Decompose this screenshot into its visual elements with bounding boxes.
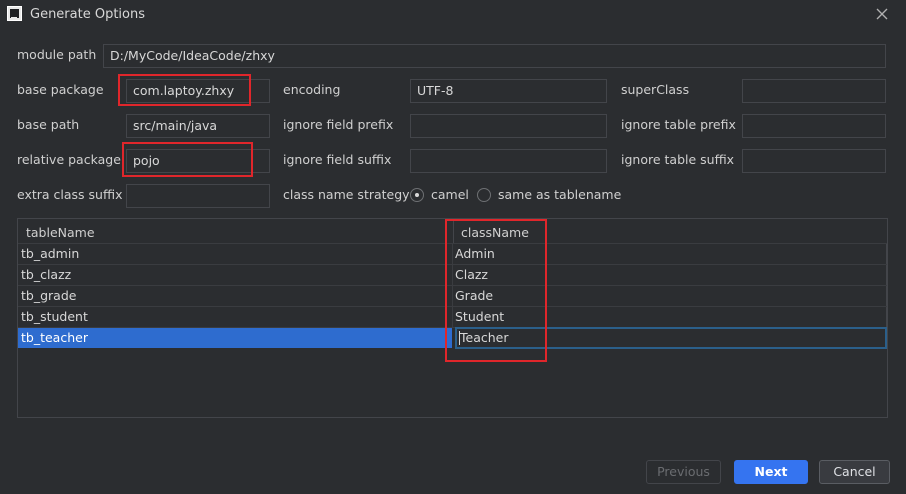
base-path-label: base path [17, 117, 80, 132]
base-package-field[interactable]: com.laptoy.zhxy [126, 79, 270, 103]
app-logo-icon [7, 6, 22, 21]
mapping-table[interactable]: tableName className tb_admin Admin tb_cl… [17, 218, 888, 418]
superclass-label: superClass [621, 82, 690, 97]
table-cell-tablename: tb_student [21, 309, 88, 324]
table-cell-tablename: tb_admin [21, 246, 80, 261]
ignore-field-prefix-field[interactable] [410, 114, 607, 138]
next-button[interactable]: Next [734, 460, 808, 484]
same-as-tablename-radio-label[interactable]: same as tablename [498, 183, 621, 207]
cancel-button[interactable]: Cancel [819, 460, 890, 484]
superclass-field[interactable] [742, 79, 886, 103]
table-row[interactable]: tb_student Student [18, 306, 887, 327]
text-cursor [459, 331, 460, 345]
ignore-field-suffix-label: ignore field suffix [283, 152, 392, 167]
extra-class-suffix-field[interactable] [126, 184, 270, 208]
table-cell-classname[interactable]: Admin [455, 244, 495, 264]
dialog-title: Generate Options [30, 7, 146, 22]
table-row[interactable]: tb_clazz Clazz [18, 264, 887, 285]
ignore-table-suffix-field[interactable] [742, 149, 886, 173]
table-row[interactable]: tb_admin Admin [18, 243, 887, 264]
relative-package-field[interactable]: pojo [126, 149, 270, 173]
encoding-label: encoding [283, 82, 341, 97]
column-divider[interactable] [453, 221, 454, 243]
table-row[interactable]: tb_grade Grade [18, 285, 887, 306]
module-path-label: module path [17, 47, 97, 62]
table-cell-tablename: tb_clazz [21, 267, 72, 282]
classname-edit-field[interactable] [455, 327, 887, 349]
camel-radio-label[interactable]: camel [431, 183, 469, 207]
ignore-field-suffix-field[interactable] [410, 149, 607, 173]
ignore-field-prefix-label: ignore field prefix [283, 117, 394, 132]
cell-divider [452, 307, 453, 327]
table-cell-tablename: tb_grade [21, 288, 77, 303]
table-cell-classname[interactable]: Student [455, 307, 504, 327]
table-header-classname[interactable]: className [461, 223, 529, 243]
cell-divider [452, 265, 453, 285]
class-name-strategy-label: class name strategy [283, 187, 410, 202]
cell-divider [452, 286, 453, 306]
table-cell-classname[interactable]: Grade [455, 286, 493, 306]
base-path-field[interactable]: src/main/java [126, 114, 270, 138]
table-cell-tablename: tb_teacher [21, 330, 88, 345]
table-cell-classname[interactable]: Teacher [460, 328, 509, 348]
encoding-field[interactable]: UTF-8 [410, 79, 607, 103]
same-as-tablename-radio[interactable] [477, 188, 491, 202]
cell-divider [452, 244, 453, 264]
extra-class-suffix-label: extra class suffix [17, 187, 123, 202]
previous-button[interactable]: Previous [646, 460, 721, 484]
ignore-table-prefix-field[interactable] [742, 114, 886, 138]
base-package-label: base package [17, 82, 104, 97]
table-cell-classname[interactable]: Clazz [455, 265, 488, 285]
table-header-tablename[interactable]: tableName [26, 223, 95, 243]
close-icon[interactable] [874, 6, 890, 22]
camel-radio[interactable] [410, 188, 424, 202]
relative-package-label: relative package [17, 152, 121, 167]
ignore-table-suffix-label: ignore table suffix [621, 152, 735, 167]
table-row-selected[interactable]: tb_teacher Teacher [18, 327, 887, 349]
module-path-field[interactable]: D:/MyCode/IdeaCode/zhxy [103, 44, 886, 68]
ignore-table-prefix-label: ignore table prefix [621, 117, 736, 132]
